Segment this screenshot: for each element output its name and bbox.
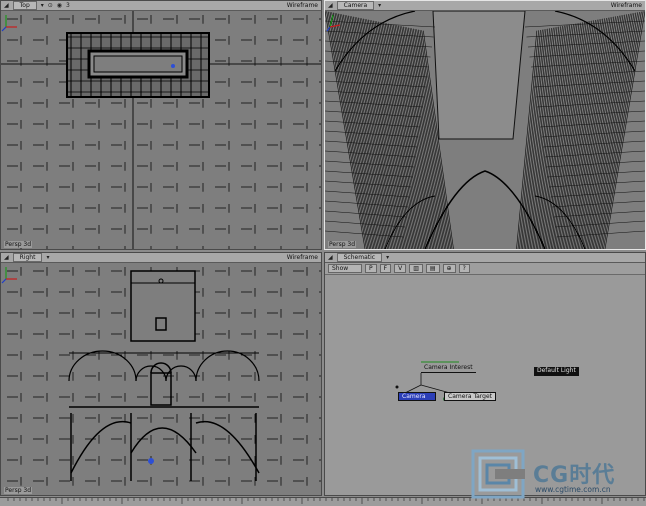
zoom-icon[interactable]: ⊕ [442, 264, 456, 273]
cgtime-logo-icon [471, 449, 525, 499]
viewport-options-icon[interactable]: ▾ [46, 254, 49, 261]
brand-url: www.cgtime.com.cn [535, 485, 611, 494]
timeline-ticks [7, 498, 645, 504]
axis-icon [1, 267, 17, 284]
watermark: CG时代 www.cgtime.com.cn [471, 449, 643, 499]
wireframe-right-view [7, 267, 321, 486]
schematic-node-target[interactable]: Camera Target [444, 392, 497, 401]
wireframe-camera-view [325, 11, 645, 249]
viewport-canvas[interactable]: Persp 3d [1, 11, 321, 249]
viewport-label[interactable]: Top [12, 1, 37, 10]
toolbar-button-f[interactable]: F [379, 264, 392, 273]
persp-label: Persp 3d [4, 487, 33, 494]
viewport-label[interactable]: Right [12, 253, 43, 262]
schematic-node-selected[interactable]: Camera [398, 392, 436, 401]
viewport-options-icon[interactable]: ▾ [378, 2, 381, 9]
schematic-node-parent[interactable]: Camera Interest [421, 364, 476, 373]
toolbar-button-v[interactable]: V [394, 264, 407, 273]
axis-icon [1, 15, 17, 32]
viewport-right[interactable]: ◢ Right ▾ Wireframe Persp 3d [0, 252, 322, 496]
shading-mode[interactable]: Wireframe [611, 2, 642, 9]
viewport-menu-icon[interactable]: ◢ [4, 2, 9, 9]
viewport-canvas[interactable]: Persp 3d [325, 11, 645, 249]
schematic-toolbar: Show P F V ▥ ▤ ⊕ ? [325, 263, 645, 275]
viewport-options-icon[interactable]: ▾ [41, 2, 44, 9]
viewport-header[interactable]: ◢ Camera ▾ Wireframe [325, 1, 645, 11]
viewport-canvas[interactable]: Persp 3d [1, 263, 321, 495]
viewport-number: 3 [66, 2, 70, 9]
shading-mode[interactable]: Wireframe [287, 254, 318, 261]
visibility-icon[interactable]: ◉ [57, 2, 62, 9]
schematic-node-light[interactable]: Default Light [534, 367, 579, 376]
viewport-label[interactable]: Schematic [336, 253, 383, 262]
viewport-header[interactable]: ◢ Right ▾ Wireframe [1, 253, 321, 263]
help-icon[interactable]: ? [458, 264, 470, 273]
axis-icon [326, 14, 341, 32]
lock-icon[interactable]: ⊙ [48, 2, 53, 9]
expand-icon[interactable]: ▥ [409, 264, 423, 273]
viewport-options-icon[interactable]: ▾ [386, 254, 389, 261]
viewport-menu-icon[interactable]: ◢ [328, 2, 333, 9]
shading-mode[interactable]: Wireframe [287, 2, 318, 9]
collapse-icon[interactable]: ▤ [425, 264, 440, 273]
persp-label: Persp 3d [328, 241, 357, 248]
viewport-menu-icon[interactable]: ◢ [328, 254, 333, 261]
viewport-menu-icon[interactable]: ◢ [4, 254, 9, 261]
viewport-header[interactable]: ◢ Top ▾ ⊙ ◉ 3 Wireframe [1, 1, 321, 11]
wireframe-top-view [1, 11, 321, 249]
viewport-header[interactable]: ◢ Schematic ▾ [325, 253, 645, 263]
viewport-label[interactable]: Camera [336, 1, 375, 10]
persp-label: Persp 3d [4, 241, 33, 248]
viewport-camera[interactable]: ◢ Camera ▾ Wireframe Persp 3d [324, 0, 646, 250]
show-select[interactable]: Show [328, 264, 362, 273]
toolbar-button-p[interactable]: P [365, 264, 377, 273]
viewport-top[interactable]: ◢ Top ▾ ⊙ ◉ 3 Wireframe Persp 3d [0, 0, 322, 250]
